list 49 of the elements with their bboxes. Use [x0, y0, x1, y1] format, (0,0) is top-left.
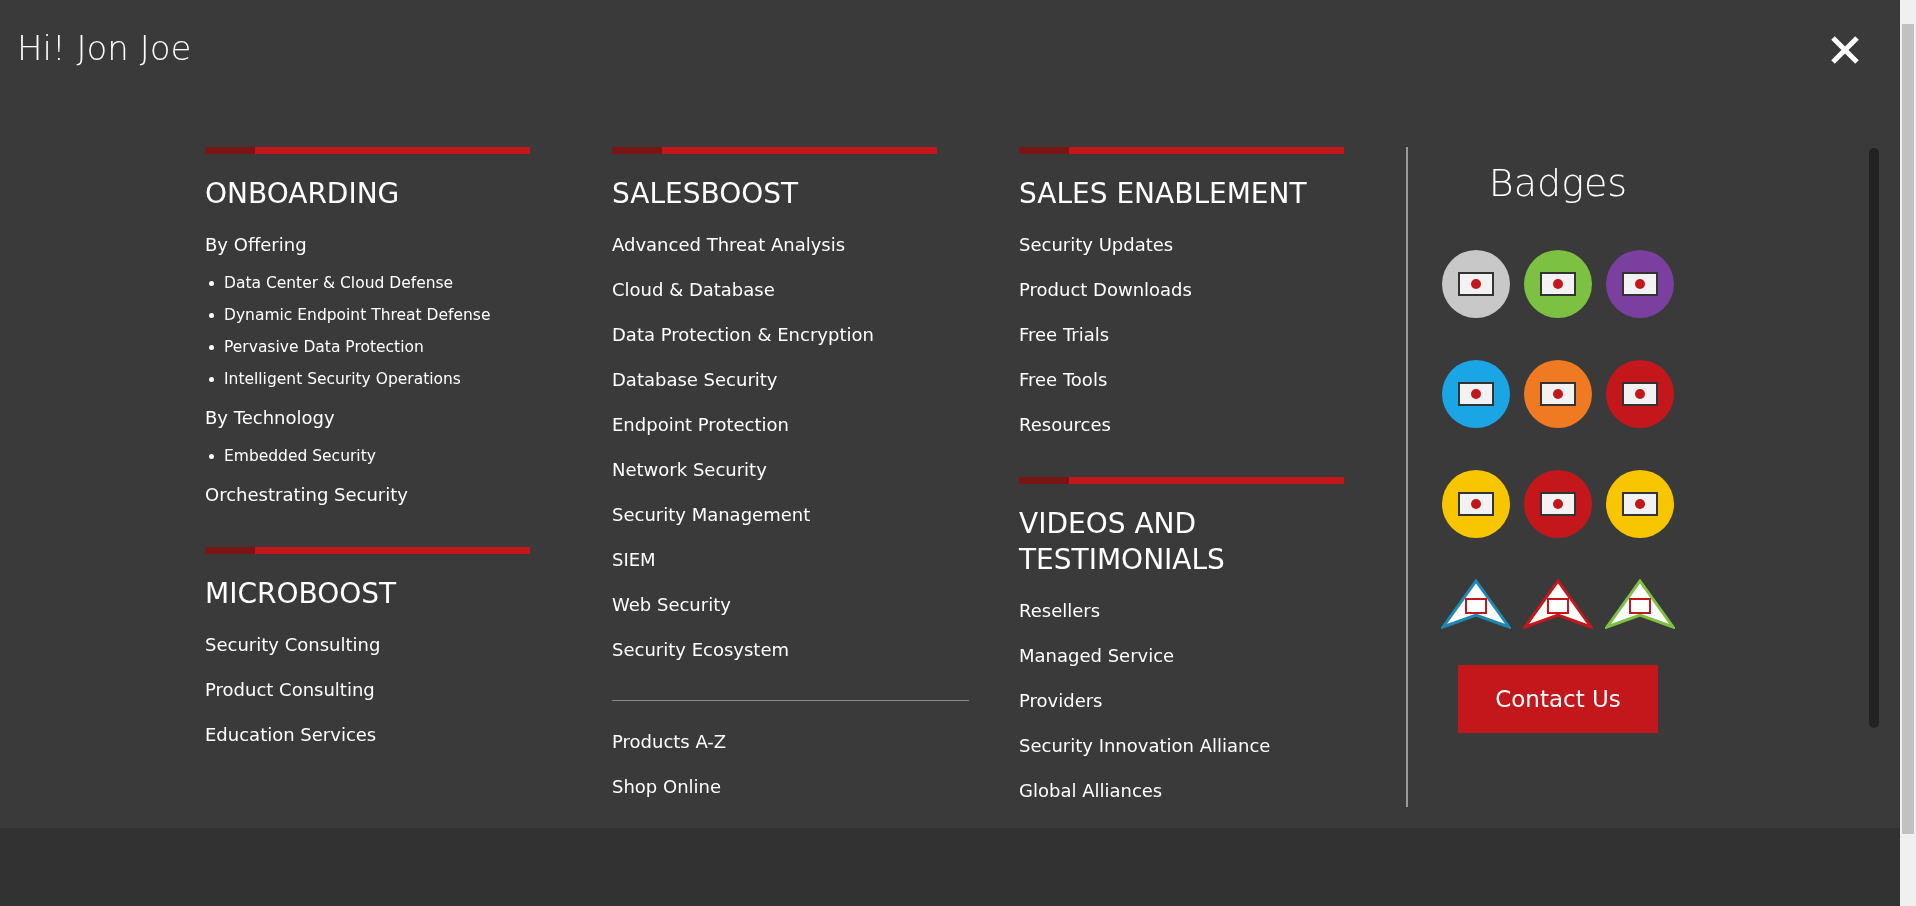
bullet-icon: [209, 453, 214, 459]
menu-link[interactable]: Database Security: [612, 357, 778, 402]
menu-link[interactable]: Security Consulting: [205, 622, 381, 667]
menu-link[interactable]: Cloud & Database: [612, 267, 775, 312]
menu-link[interactable]: Free Tools: [1019, 357, 1108, 402]
menu-link[interactable]: SIEM: [612, 537, 656, 582]
menu-link[interactable]: Global Alliances: [1019, 768, 1163, 813]
menu-link[interactable]: Security Innovation Alliance: [1019, 723, 1271, 768]
menu-link[interactable]: Data Protection & Encryption: [612, 312, 874, 357]
greeting-text: Hi! Jon Joe: [17, 28, 192, 68]
menu-link[interactable]: Data Center & Cloud Defense: [224, 267, 454, 299]
menu-link[interactable]: Security Management: [612, 492, 811, 537]
section-heading: VIDEOS AND TESTIMONIALS: [1019, 506, 1226, 578]
menu-link[interactable]: Shop Online: [612, 764, 722, 809]
menu-link[interactable]: Orchestrating Security: [205, 472, 408, 517]
section-heading: ONBOARDING: [205, 176, 401, 212]
menu-link[interactable]: Education Services: [205, 712, 377, 757]
menu-link[interactable]: Product Downloads: [1019, 267, 1192, 312]
section-heading: SALES ENABLEMENT: [1019, 176, 1308, 212]
menu-link[interactable]: Providers: [1019, 678, 1103, 723]
close-icon[interactable]: [1830, 35, 1860, 65]
menu-link[interactable]: Endpoint Protection: [612, 402, 789, 447]
menu-link[interactable]: By Technology: [205, 395, 335, 440]
section-heading: SALESBOOST: [612, 176, 800, 212]
menu-link[interactable]: Security Updates: [1019, 222, 1174, 267]
menu-link[interactable]: Advanced Threat Analysis: [612, 222, 846, 267]
bullet-icon: [209, 344, 214, 350]
menu-link[interactable]: Network Security: [612, 447, 767, 492]
menu-link[interactable]: Web Security: [612, 582, 731, 627]
menu-link[interactable]: Security Ecosystem: [612, 627, 789, 672]
scrollbar[interactable]: [1900, 0, 1916, 906]
scrollbar[interactable]: [1869, 148, 1879, 728]
menu-link[interactable]: Embedded Security: [224, 440, 376, 472]
section-heading: MICROBOOST: [205, 576, 398, 612]
bullet-icon: [209, 376, 214, 382]
menu-link[interactable]: Pervasive Data Protection: [224, 331, 424, 363]
menu-link[interactable]: Product Consulting: [205, 667, 375, 712]
menu-link[interactable]: Resources: [1019, 402, 1111, 447]
menu-link[interactable]: Managed Service: [1019, 633, 1175, 678]
menu-link[interactable]: Free Trials: [1019, 312, 1110, 357]
menu-link[interactable]: Products A-Z: [612, 719, 727, 764]
bullet-icon: [209, 312, 214, 318]
badges-heading: Badges: [1488, 161, 1628, 205]
menu-link[interactable]: Intelligent Security Operations: [224, 363, 461, 395]
menu-link[interactable]: By Offering: [205, 222, 307, 267]
bullet-icon: [209, 280, 214, 286]
contact-us-button[interactable]: Contact Us: [1458, 665, 1658, 733]
menu-link[interactable]: Resellers: [1019, 588, 1101, 633]
menu-link[interactable]: Dynamic Endpoint Threat Defense: [224, 299, 491, 331]
